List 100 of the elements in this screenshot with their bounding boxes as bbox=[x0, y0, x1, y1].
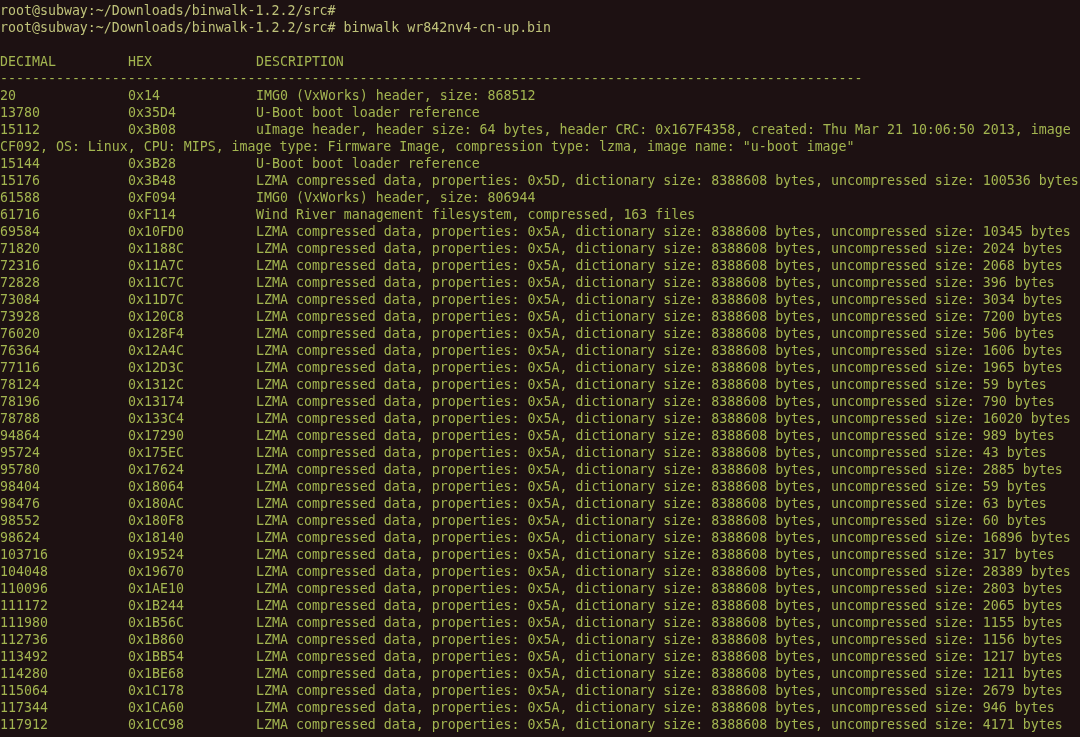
hex-cell-text: 0x18140 bbox=[128, 529, 185, 546]
decimal-cell-text: 98404 bbox=[0, 478, 41, 495]
decimal-cell-text: 76364 bbox=[0, 342, 41, 359]
decimal-cell-text: 15176 bbox=[0, 172, 41, 189]
decimal-cell-text: 103716 bbox=[0, 546, 49, 563]
description-cell: LZMA compressed data, properties: 0x5A, dictionary size: 8388608 bytes, uncompressed size: 16020 bytes bbox=[256, 410, 1071, 427]
decimal-cell-text: 111980 bbox=[0, 614, 49, 631]
decimal-cell-text: 73084 bbox=[0, 291, 41, 308]
column-header: HEX bbox=[128, 53, 153, 70]
description-cell: LZMA compressed data, properties: 0x5A, dictionary size: 8388608 bytes, uncompressed size: 1217 bytes bbox=[256, 648, 1063, 665]
decimal-cell-text: 111172 bbox=[0, 597, 49, 614]
description-cell: LZMA compressed data, properties: 0x5A, dictionary size: 8388608 bytes, uncompressed size: 59 bytes bbox=[256, 478, 1047, 495]
description-cell: LZMA compressed data, properties: 0x5A, dictionary size: 8388608 bytes, uncompressed size: 7200 bytes bbox=[256, 308, 1063, 325]
decimal-cell-text: 61716 bbox=[0, 206, 41, 223]
decimal-cell-text: 104048 bbox=[0, 563, 49, 580]
decimal-cell-text: 71820 bbox=[0, 240, 41, 257]
hex-cell-text: 0x180F8 bbox=[128, 512, 185, 529]
decimal-cell-text: 20 bbox=[0, 87, 17, 104]
decimal-cell-text: 98476 bbox=[0, 495, 41, 512]
hex-cell-text: 0x1188C bbox=[128, 240, 185, 257]
description-cell: uImage header, header size: 64 bytes, header CRC: 0x167F4358, created: Thu Mar 21 10:06:50 2013, image bbox=[256, 121, 1071, 138]
description-cell: LZMA compressed data, properties: 0x5A, dictionary size: 8388608 bytes, uncompressed size: 3034 bytes bbox=[256, 291, 1063, 308]
decimal-cell-text: 98624 bbox=[0, 529, 41, 546]
hex-cell-text: 0x19524 bbox=[128, 546, 185, 563]
hex-cell-text: 0x3B28 bbox=[128, 155, 177, 172]
decimal-cell-text: 61588 bbox=[0, 189, 41, 206]
hex-cell-text: 0x1AE10 bbox=[128, 580, 185, 597]
description-cell: LZMA compressed data, properties: 0x5A, dictionary size: 8388608 bytes, uncompressed size: 2068 bytes bbox=[256, 257, 1063, 274]
hex-cell-text: 0x120C8 bbox=[128, 308, 185, 325]
description-cell: LZMA compressed data, properties: 0x5A, dictionary size: 8388608 bytes, uncompressed size: 16896 bytes bbox=[256, 529, 1071, 546]
description-cell: LZMA compressed data, properties: 0x5A, dictionary size: 8388608 bytes, uncompressed size: 790 bytes bbox=[256, 393, 1055, 410]
hex-cell-text: 0x17624 bbox=[128, 461, 185, 478]
hex-cell-text: 0x1BB54 bbox=[128, 648, 185, 665]
hex-cell-text: 0x3B08 bbox=[128, 121, 177, 138]
description-cell: LZMA compressed data, properties: 0x5A, dictionary size: 8388608 bytes, uncompressed size: 989 bytes bbox=[256, 427, 1055, 444]
description-cell: U-Boot boot loader reference bbox=[256, 104, 480, 121]
hex-cell-text: 0x11C7C bbox=[128, 274, 185, 291]
description-cell: LZMA compressed data, properties: 0x5A, dictionary size: 8388608 bytes, uncompressed size: 396 bytes bbox=[256, 274, 1055, 291]
decimal-cell-text: 115064 bbox=[0, 682, 49, 699]
hex-cell-text: 0x18064 bbox=[128, 478, 185, 495]
description-cell: LZMA compressed data, properties: 0x5A, dictionary size: 8388608 bytes, uncompressed size: 1965 bytes bbox=[256, 359, 1063, 376]
hex-cell-text: 0x1C178 bbox=[128, 682, 185, 699]
description-cell: LZMA compressed data, properties: 0x5A, dictionary size: 8388608 bytes, uncompressed size: 1156 bytes bbox=[256, 631, 1063, 648]
description-cell: LZMA compressed data, properties: 0x5A, dictionary size: 8388608 bytes, uncompressed size: 317 bytes bbox=[256, 546, 1055, 563]
description-cell: CF092, OS: Linux, CPU: MIPS, image type: Firmware Image, compression type: lzma, image name: "u-boot image" bbox=[0, 138, 855, 155]
hex-cell-text: 0x1CC98 bbox=[128, 716, 185, 733]
description-cell: LZMA compressed data, properties: 0x5A, dictionary size: 8388608 bytes, uncompressed size: 2885 bytes bbox=[256, 461, 1063, 478]
decimal-cell-text: 72316 bbox=[0, 257, 41, 274]
description-cell: LZMA compressed data, properties: 0x5A, dictionary size: 8388608 bytes, uncompressed size: 60 bytes bbox=[256, 512, 1047, 529]
decimal-cell-text: 77116 bbox=[0, 359, 41, 376]
decimal-cell-text: 78788 bbox=[0, 410, 41, 427]
description-cell: LZMA compressed data, properties: 0x5D, dictionary size: 8388608 bytes, uncompressed size: 100536 bytes bbox=[256, 172, 1079, 189]
hex-cell-text: 0x180AC bbox=[128, 495, 185, 512]
description-cell: LZMA compressed data, properties: 0x5A, dictionary size: 8388608 bytes, uncompressed size: 2065 bytes bbox=[256, 597, 1063, 614]
prompt-line: root@subway:~/Downloads/binwalk-1.2.2/src# binwalk wr842nv4-cn-up.bin bbox=[0, 19, 552, 36]
description-cell: LZMA compressed data, properties: 0x5A, dictionary size: 8388608 bytes, uncompressed size: 59 bytes bbox=[256, 376, 1047, 393]
description-cell: Wind River management filesystem, compressed, 163 files bbox=[256, 206, 696, 223]
hex-cell-text: 0x10FD0 bbox=[128, 223, 185, 240]
description-cell: LZMA compressed data, properties: 0x5A, dictionary size: 8388608 bytes, uncompressed size: 2024 bytes bbox=[256, 240, 1063, 257]
decimal-cell-text: 13780 bbox=[0, 104, 41, 121]
description-cell: LZMA compressed data, properties: 0x5A, dictionary size: 8388608 bytes, uncompressed size: 946 bytes bbox=[256, 699, 1055, 716]
description-cell: LZMA compressed data, properties: 0x5A, dictionary size: 8388608 bytes, uncompressed size: 4171 bytes bbox=[256, 716, 1063, 733]
description-cell: LZMA compressed data, properties: 0x5A, dictionary size: 8388608 bytes, uncompressed size: 2803 bytes bbox=[256, 580, 1063, 597]
decimal-cell-text: 69584 bbox=[0, 223, 41, 240]
hex-cell-text: 0x1312C bbox=[128, 376, 185, 393]
hex-cell-text: 0x175EC bbox=[128, 444, 185, 461]
hex-cell-text: 0x1B244 bbox=[128, 597, 185, 614]
hex-cell-text: 0x1BE68 bbox=[128, 665, 185, 682]
decimal-cell-text: 72828 bbox=[0, 274, 41, 291]
decimal-cell-text: 15112 bbox=[0, 121, 41, 138]
hex-cell-text: 0x13174 bbox=[128, 393, 185, 410]
decimal-cell-text: 112736 bbox=[0, 631, 49, 648]
decimal-cell-text: 94864 bbox=[0, 427, 41, 444]
decimal-cell-text: 117344 bbox=[0, 699, 49, 716]
description-cell: LZMA compressed data, properties: 0x5A, dictionary size: 8388608 bytes, uncompressed size: 43 bytes bbox=[256, 444, 1047, 461]
description-cell: LZMA compressed data, properties: 0x5A, dictionary size: 8388608 bytes, uncompressed size: 63 bytes bbox=[256, 495, 1047, 512]
decimal-cell-text: 76020 bbox=[0, 325, 41, 342]
description-cell: LZMA compressed data, properties: 0x5A, dictionary size: 8388608 bytes, uncompressed size: 506 bytes bbox=[256, 325, 1055, 342]
separator-rule: ------------------------------------------------------------------------------------------------------------ bbox=[0, 70, 863, 87]
decimal-cell-text: 95724 bbox=[0, 444, 41, 461]
description-cell: LZMA compressed data, properties: 0x5A, dictionary size: 8388608 bytes, uncompressed size: 1211 bytes bbox=[256, 665, 1063, 682]
hex-cell-text: 0x11A7C bbox=[128, 257, 185, 274]
decimal-cell-text: 110096 bbox=[0, 580, 49, 597]
hex-cell-text: 0xF114 bbox=[128, 206, 177, 223]
hex-cell-text: 0x3B48 bbox=[128, 172, 177, 189]
hex-cell-text: 0x17290 bbox=[128, 427, 185, 444]
hex-cell-text: 0x14 bbox=[128, 87, 161, 104]
column-header: DECIMAL bbox=[0, 53, 57, 70]
decimal-cell-text: 113492 bbox=[0, 648, 49, 665]
hex-cell-text: 0x133C4 bbox=[128, 410, 185, 427]
hex-cell-text: 0xF094 bbox=[128, 189, 177, 206]
hex-cell-text: 0x11D7C bbox=[128, 291, 185, 308]
decimal-cell-text: 114280 bbox=[0, 665, 49, 682]
description-cell: IMG0 (VxWorks) header, size: 806944 bbox=[256, 189, 536, 206]
description-cell: LZMA compressed data, properties: 0x5A, dictionary size: 8388608 bytes, uncompressed size: 1155 bytes bbox=[256, 614, 1063, 631]
description-cell: LZMA compressed data, properties: 0x5A, dictionary size: 8388608 bytes, uncompressed size: 2679 bytes bbox=[256, 682, 1063, 699]
description-cell: IMG0 (VxWorks) header, size: 868512 bbox=[256, 87, 536, 104]
hex-cell-text: 0x35D4 bbox=[128, 104, 177, 121]
decimal-cell-text: 95780 bbox=[0, 461, 41, 478]
decimal-cell-text: 78124 bbox=[0, 376, 41, 393]
